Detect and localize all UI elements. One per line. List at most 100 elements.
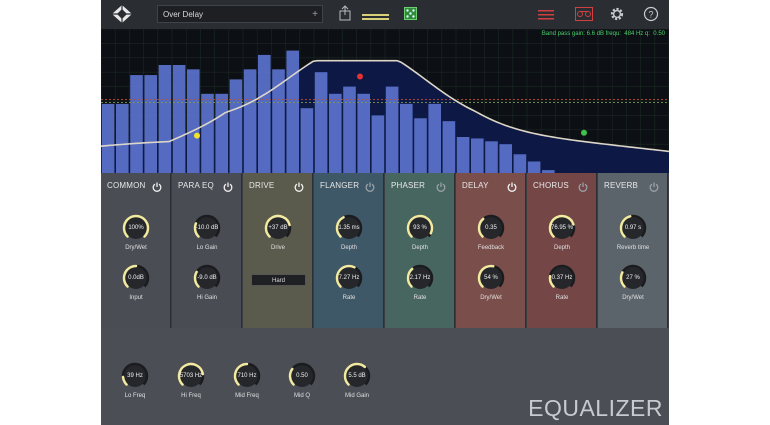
- spectrum-bar: [442, 121, 456, 173]
- flanger-rate-value: 7.27 Hz: [338, 275, 360, 281]
- power-icon[interactable]: [649, 179, 659, 192]
- flanger-depth-value: 1.35 ms: [338, 225, 360, 231]
- spectrum-bar: [300, 108, 314, 173]
- delay-feedback-label: Feedback: [477, 245, 505, 251]
- low-band-handle[interactable]: [194, 132, 200, 139]
- spectrum-bar: [144, 75, 157, 173]
- randomize-icon[interactable]: [404, 7, 417, 25]
- spectrum-bar: [385, 86, 399, 173]
- spectrum-bar: [428, 103, 441, 173]
- delay-dry-wet-label: Dry/Wet: [480, 295, 502, 301]
- common-input-label: Input: [129, 295, 143, 301]
- reverb-dry-wet-label: Dry/Wet: [622, 295, 644, 301]
- common-dry-wet-value: 100%: [128, 225, 144, 231]
- high-band-handle[interactable]: [581, 129, 587, 136]
- power-icon[interactable]: [578, 179, 588, 192]
- spectrum-bar: [485, 141, 498, 173]
- module-title[interactable]: PARA EQ: [178, 181, 214, 190]
- chorus-rate-value: 0.37 Hz: [551, 275, 573, 281]
- spectrum-bar: [201, 93, 214, 173]
- spectrum-bar: [414, 118, 427, 173]
- routing-icon[interactable]: [575, 7, 593, 26]
- flanger-rate-label: Rate: [342, 295, 356, 301]
- module-title[interactable]: DRIVE: [249, 181, 274, 190]
- spectrum-bar: [400, 103, 413, 173]
- spectrum-bar: [243, 69, 257, 173]
- spectrum-bar: [215, 93, 228, 173]
- module-para-eq: PARA EQ -10.0 dB Lo Gain -9.0 dB Hi Gain: [172, 173, 242, 328]
- spectrum-bar: [172, 65, 186, 173]
- module-common: COMMON 100% Dry/Wet 0.0dB Input: [101, 173, 171, 328]
- reverb-reverb-time-label: Reverb time: [616, 245, 650, 251]
- eq-mid-freq-label: Mid Freq: [235, 393, 259, 399]
- app-window: Over Delay + ? Band pass gain: 6.6 dB fr…: [101, 0, 669, 425]
- para-eq-lo-gain-label: Lo Gain: [196, 245, 218, 251]
- spectrum-bar: [471, 138, 484, 173]
- spectrum-graph[interactable]: [101, 28, 669, 173]
- eq-mid-gain-value: 5.5 dB: [348, 373, 366, 379]
- menu-icon[interactable]: [538, 8, 554, 26]
- spectrum-display[interactable]: Band pass gain: 6.6 dB frequ: 484 Hz q: …: [101, 28, 669, 173]
- spectrum-bar: [314, 72, 328, 173]
- phaser-depth-value: 93 %: [413, 225, 427, 231]
- para-eq-lo-gain-value: -10.0 dB: [195, 225, 219, 231]
- phaser-rate-label: Rate: [413, 295, 427, 301]
- help-icon[interactable]: ?: [643, 6, 659, 27]
- reverb-dry-wet-value: 27 %: [626, 275, 640, 281]
- power-icon[interactable]: [223, 179, 233, 192]
- spectrum-bar: [130, 75, 143, 173]
- gear-icon[interactable]: [609, 6, 625, 27]
- share-icon[interactable]: [339, 5, 351, 26]
- module-flanger: FLANGER 1.35 ms Depth 7.27 Hz Rate: [314, 173, 384, 328]
- para-eq-hi-gain-value: -9.0 dB: [197, 275, 217, 281]
- equalizer-title: EQUALIZER: [528, 395, 663, 421]
- power-icon[interactable]: [507, 179, 517, 192]
- module-delay: DELAY 0.35 Feedback 54 % Dry/Wet: [456, 173, 526, 328]
- module-title[interactable]: COMMON: [107, 181, 146, 190]
- module-title[interactable]: CHORUS: [533, 181, 569, 190]
- power-icon[interactable]: [294, 179, 304, 192]
- phaser-depth-label: Depth: [411, 245, 428, 251]
- module-reverb: REVERB 0.97 s Reverb time 27 % Dry/Wet: [598, 173, 668, 328]
- spectrum-bar: [371, 115, 385, 173]
- module-chorus: CHORUS 76.95 % Depth 0.37 Hz Rate: [527, 173, 597, 328]
- preset-name: Over Delay: [163, 10, 204, 19]
- spectrum-bar: [357, 93, 370, 173]
- spectrum-bar: [229, 79, 243, 173]
- eq-mid-gain-label: Mid Gain: [344, 393, 369, 399]
- app-logo-icon[interactable]: [110, 4, 134, 29]
- spectrum-bar: [513, 154, 527, 173]
- power-icon[interactable]: [365, 179, 375, 192]
- spectrum-bar: [187, 69, 200, 173]
- module-drive: DRIVE +37 dB Drive Hard: [243, 173, 313, 328]
- preset-selector[interactable]: Over Delay +: [157, 5, 323, 23]
- mid-band-handle[interactable]: [357, 73, 363, 80]
- add-preset-icon[interactable]: +: [312, 6, 318, 24]
- band-info-readout: Band pass gain: 6.6 dB frequ: 484 Hz q: …: [541, 31, 665, 37]
- spectrum-bar: [329, 93, 342, 173]
- spectrum-bar: [456, 137, 470, 173]
- bypass-toggle[interactable]: [362, 9, 389, 20]
- common-dry-wet-label: Dry/Wet: [125, 245, 147, 251]
- chorus-depth-value: 76.95 %: [550, 225, 574, 231]
- delay-feedback-value: 0.35: [485, 225, 497, 231]
- module-title[interactable]: FLANGER: [320, 181, 359, 190]
- spectrum-bar: [286, 50, 299, 173]
- module-title[interactable]: PHASER: [391, 181, 425, 190]
- eq-hi-freq-label: Hi Freq: [181, 393, 201, 399]
- power-icon[interactable]: [436, 179, 446, 192]
- power-icon[interactable]: [152, 179, 162, 192]
- spectrum-bar: [101, 103, 115, 173]
- module-phaser: PHASER 93 % Depth 2.17 Hz Rate: [385, 173, 455, 328]
- spectrum-bar: [116, 103, 129, 173]
- top-toolbar: Over Delay + ?: [101, 0, 669, 29]
- eq-mid-freq-value: 710 Hz: [237, 373, 257, 379]
- eq-mid-q-value: 0.50: [296, 373, 308, 379]
- module-title[interactable]: REVERB: [604, 181, 638, 190]
- drive-mode-button[interactable]: Hard: [251, 274, 306, 286]
- spectrum-bar: [158, 65, 172, 173]
- eq-mid-q-label: Mid Q: [293, 393, 310, 399]
- module-title[interactable]: DELAY: [462, 181, 489, 190]
- spectrum-bar: [258, 54, 271, 173]
- spectrum-bar: [499, 144, 512, 173]
